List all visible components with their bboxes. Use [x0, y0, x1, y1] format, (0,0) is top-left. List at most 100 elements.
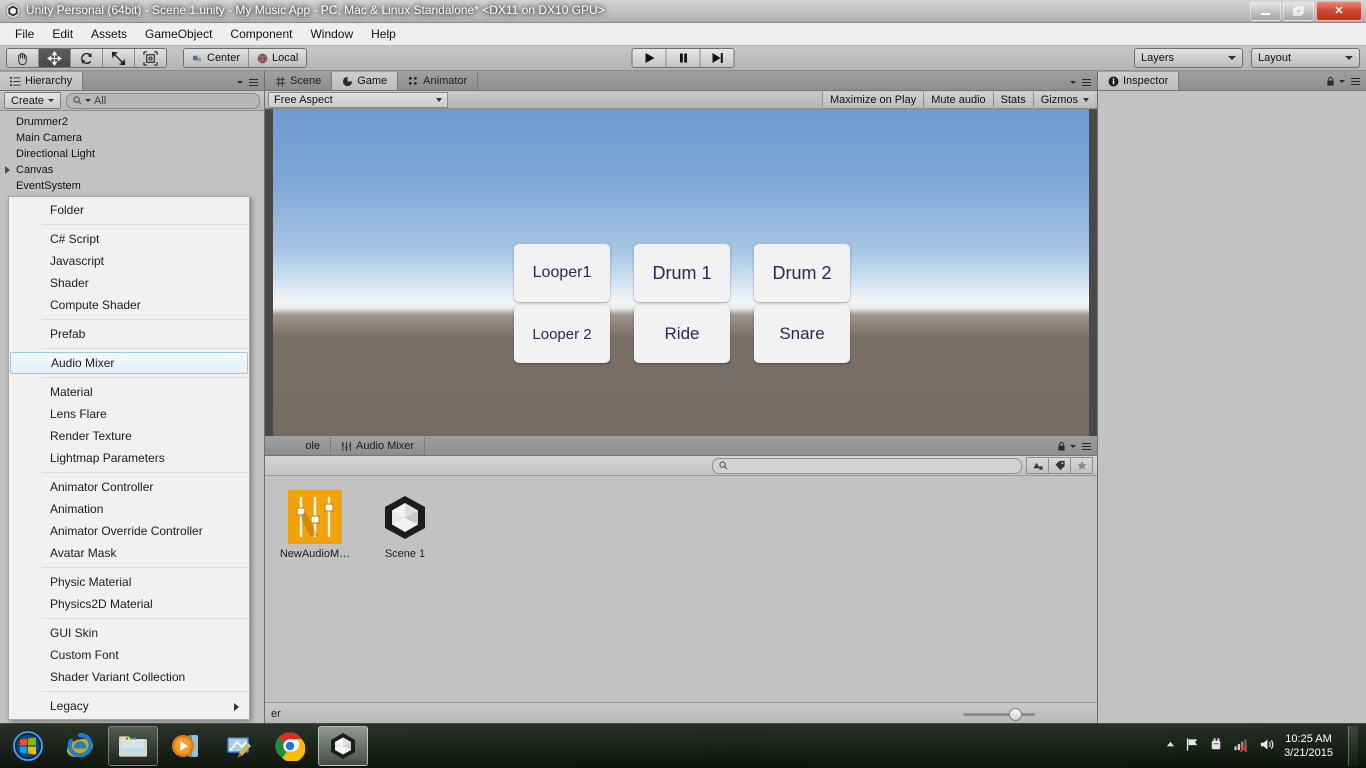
tab-animator[interactable]: Animator [398, 72, 479, 90]
asset-zoom-slider[interactable] [963, 708, 1035, 721]
aspect-ratio-dropdown[interactable]: Free Aspect [268, 91, 448, 108]
menu-edit[interactable]: Edit [43, 24, 82, 44]
menu-item-shader-variant-collection[interactable]: Shader Variant Collection [9, 666, 249, 688]
create-asset-context-menu[interactable]: Folder C# Script Javascript Shader Compu… [8, 196, 250, 720]
hierarchy-tab-options[interactable] [237, 78, 260, 87]
mute-audio-button[interactable]: Mute audio [923, 92, 993, 107]
tab-inspector[interactable]: Inspector [1098, 72, 1180, 90]
volume-icon[interactable] [1259, 737, 1275, 755]
taskbar-item-windows-media-player[interactable] [162, 727, 210, 765]
menu-item-shader[interactable]: Shader [9, 272, 249, 294]
game-button-drum-1[interactable]: Drum 1 [634, 244, 730, 302]
create-button[interactable]: Create [4, 92, 62, 109]
game-view[interactable]: Looper1 Drum 1 Drum 2 Looper 2 Ride Snar… [265, 109, 1097, 436]
menu-help[interactable]: Help [362, 24, 405, 44]
menu-component[interactable]: Component [221, 24, 301, 44]
layers-dropdown[interactable]: Layers [1134, 48, 1243, 68]
panel-menu-icon[interactable] [1080, 442, 1093, 451]
step-button[interactable] [700, 49, 734, 67]
taskbar-item-paint[interactable] [214, 727, 262, 765]
project-search-input[interactable] [712, 457, 1022, 474]
slider-knob[interactable] [1009, 708, 1022, 721]
menu-item-render-texture[interactable]: Render Texture [9, 425, 249, 447]
menu-item-animator-override-controller[interactable]: Animator Override Controller [9, 520, 249, 542]
game-button-snare[interactable]: Snare [754, 305, 850, 363]
hand-tool-icon[interactable] [7, 49, 39, 67]
menu-item-material[interactable]: Material [9, 381, 249, 403]
game-button-drum-2[interactable]: Drum 2 [754, 244, 850, 302]
panel-menu-icon[interactable] [247, 78, 260, 87]
menu-item-lens-flare[interactable]: Lens Flare [9, 403, 249, 425]
filter-by-type-icon[interactable] [1026, 457, 1049, 474]
menu-file[interactable]: File [6, 24, 43, 44]
panel-menu-icon[interactable] [1080, 78, 1093, 87]
network-status-icon[interactable] [1233, 737, 1250, 755]
menu-item-javascript[interactable]: Javascript [9, 250, 249, 272]
hierarchy-search-input[interactable]: All [66, 92, 260, 109]
restore-button[interactable] [1283, 1, 1314, 21]
start-button[interactable] [2, 726, 54, 766]
menu-item-physic-material[interactable]: Physic Material [9, 571, 249, 593]
tab-scene[interactable]: Scene [265, 72, 333, 90]
hierarchy-item-eventsystem[interactable]: EventSystem [0, 178, 264, 194]
tab-console[interactable]: ole [265, 437, 331, 455]
show-desktop-button[interactable] [1348, 726, 1358, 766]
filter-by-label-icon[interactable] [1049, 457, 1071, 474]
menu-assets[interactable]: Assets [82, 24, 136, 44]
pivot-mode-button[interactable]: Center [184, 49, 250, 67]
menu-item-lightmap-parameters[interactable]: Lightmap Parameters [9, 447, 249, 469]
favorites-star-icon[interactable] [1071, 457, 1093, 474]
tab-audio-mixer[interactable]: Audio Mixer [331, 437, 426, 455]
gizmos-button[interactable]: Gizmos [1032, 92, 1094, 107]
menu-item-animation[interactable]: Animation [9, 498, 249, 520]
minimize-button[interactable] [1250, 1, 1281, 21]
menu-item-animator-controller[interactable]: Animator Controller [9, 476, 249, 498]
asset-item-scene-1[interactable]: Scene 1 [369, 490, 441, 560]
close-button[interactable]: ✕ [1316, 1, 1362, 21]
lock-icon[interactable] [1057, 441, 1066, 452]
stats-button[interactable]: Stats [992, 92, 1033, 107]
hierarchy-item-canvas[interactable]: Canvas [0, 162, 264, 178]
tab-game[interactable]: Game [332, 72, 399, 90]
menu-gameobject[interactable]: GameObject [136, 24, 221, 44]
menu-item-compute-shader[interactable]: Compute Shader [9, 294, 249, 316]
menu-item-avatar-mask[interactable]: Avatar Mask [9, 542, 249, 564]
play-button[interactable] [632, 49, 667, 67]
game-tab-options[interactable] [1070, 78, 1093, 87]
rotate-tool-icon[interactable] [71, 49, 103, 67]
hierarchy-item-drummer2[interactable]: Drummer2 [0, 114, 264, 130]
taskbar-item-internet-explorer[interactable] [56, 727, 104, 765]
scale-tool-icon[interactable] [103, 49, 135, 67]
pause-button[interactable] [666, 49, 701, 67]
menu-item-custom-font[interactable]: Custom Font [9, 644, 249, 666]
menu-item-prefab[interactable]: Prefab [9, 323, 249, 345]
lock-icon[interactable] [1326, 76, 1335, 87]
menu-item-csharp-script[interactable]: C# Script [9, 228, 249, 250]
menu-item-audio-mixer[interactable]: Audio Mixer [10, 352, 248, 374]
taskbar-item-unity[interactable] [318, 726, 368, 766]
menu-item-physics2d-material[interactable]: Physics2D Material [9, 593, 249, 615]
hierarchy-item-directional-light[interactable]: Directional Light [0, 146, 264, 162]
game-render-area[interactable]: Looper1 Drum 1 Drum 2 Looper 2 Ride Snar… [273, 109, 1089, 436]
taskbar-item-google-chrome[interactable] [266, 727, 314, 765]
menu-item-gui-skin[interactable]: GUI Skin [9, 622, 249, 644]
game-button-looper-2[interactable]: Looper 2 [514, 305, 610, 363]
taskbar-item-windows-explorer[interactable] [108, 726, 158, 766]
layout-dropdown[interactable]: Layout [1251, 48, 1360, 68]
tab-hierarchy[interactable]: Hierarchy [0, 72, 84, 90]
project-tab-options[interactable] [1057, 441, 1093, 452]
action-center-flag-icon[interactable] [1185, 737, 1200, 755]
maximize-on-play-button[interactable]: Maximize on Play [822, 92, 924, 107]
asset-item-newaudiomixer[interactable]: NewAudioM… [279, 490, 351, 560]
space-mode-button[interactable]: Local [249, 49, 307, 67]
taskbar-clock[interactable]: 10:25 AM 3/21/2015 [1284, 732, 1333, 760]
panel-menu-icon[interactable] [1349, 77, 1362, 86]
show-hidden-icons-button[interactable] [1165, 739, 1176, 753]
menu-item-folder[interactable]: Folder [9, 199, 249, 221]
inspector-tab-options[interactable] [1326, 76, 1362, 87]
menu-item-legacy[interactable]: Legacy [9, 695, 249, 717]
game-button-looper1[interactable]: Looper1 [514, 244, 610, 302]
game-button-ride[interactable]: Ride [634, 305, 730, 363]
hierarchy-item-main-camera[interactable]: Main Camera [0, 130, 264, 146]
menu-window[interactable]: Window [301, 24, 362, 44]
